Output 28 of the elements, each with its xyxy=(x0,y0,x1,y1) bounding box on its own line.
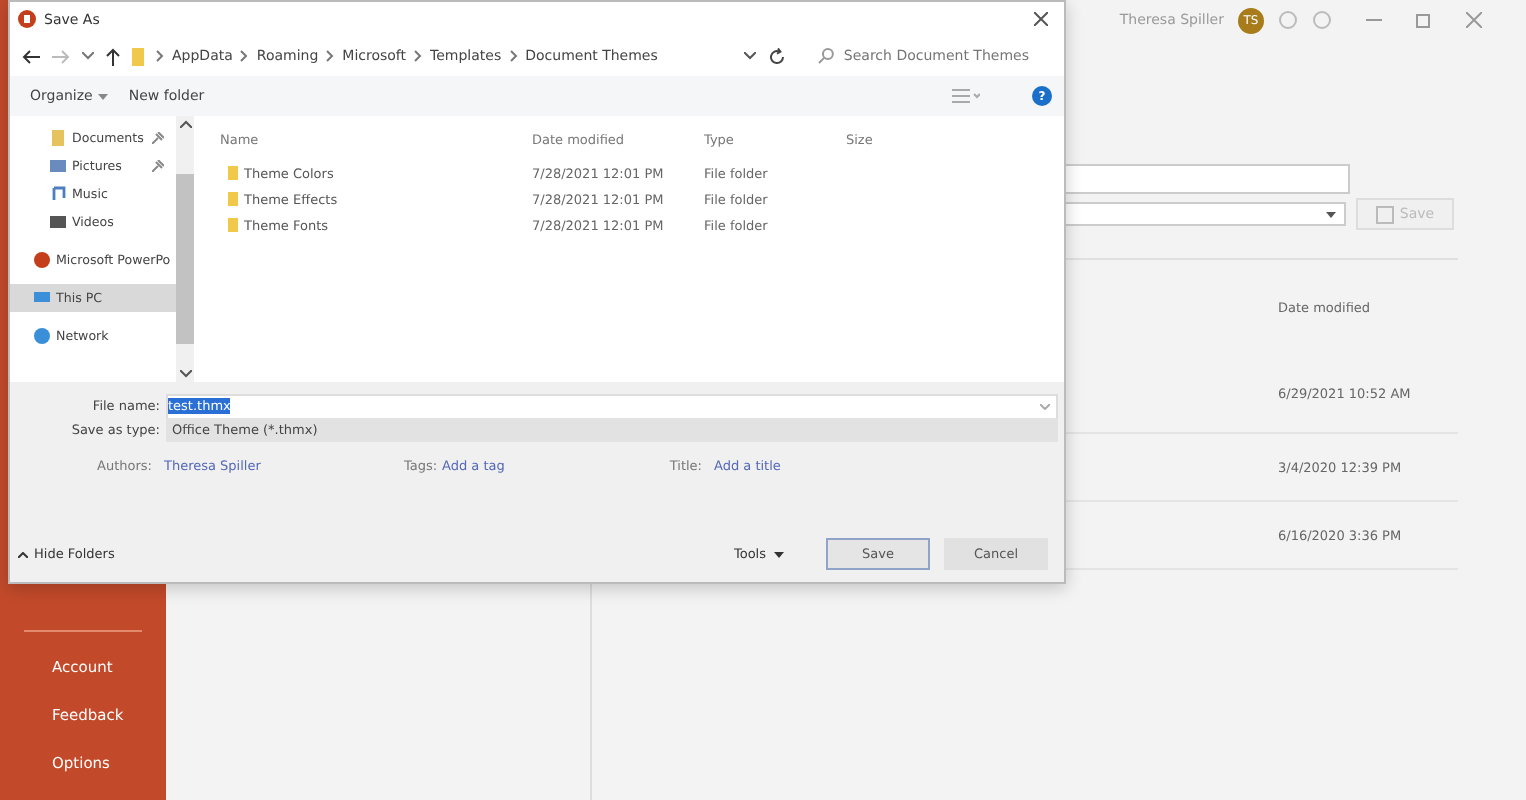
caret-icon xyxy=(774,551,784,557)
app-icon xyxy=(34,252,50,268)
restore-icon[interactable] xyxy=(1416,12,1432,28)
scroll-down-icon[interactable] xyxy=(179,370,191,378)
pin-icon xyxy=(152,132,164,144)
chevron-down-icon[interactable] xyxy=(744,52,756,60)
dropdown-arrow-icon xyxy=(1326,211,1336,217)
back-arrow-icon[interactable] xyxy=(22,49,40,63)
view-options-icon[interactable] xyxy=(952,88,980,104)
close-icon[interactable] xyxy=(1034,12,1048,26)
chevron-down-icon[interactable] xyxy=(82,52,94,60)
caret-icon xyxy=(98,93,109,99)
chevron-right-icon xyxy=(414,50,423,62)
pin-icon xyxy=(152,160,164,172)
forward-arrow-icon[interactable] xyxy=(52,49,70,63)
search-icon xyxy=(818,48,834,64)
scroll-up-icon[interactable] xyxy=(179,120,191,128)
chevron-right-icon xyxy=(156,50,164,62)
chevron-right-icon xyxy=(240,50,249,62)
chevron-up-icon xyxy=(18,551,28,557)
save-icon xyxy=(1375,205,1394,223)
chevron-right-icon xyxy=(326,50,335,62)
app-icon xyxy=(18,10,36,28)
folder-icon xyxy=(132,47,144,65)
up-arrow-icon[interactable] xyxy=(106,47,120,65)
chevron-right-icon xyxy=(509,50,518,62)
scrollbar[interactable] xyxy=(176,116,194,382)
refresh-icon[interactable] xyxy=(768,47,786,65)
